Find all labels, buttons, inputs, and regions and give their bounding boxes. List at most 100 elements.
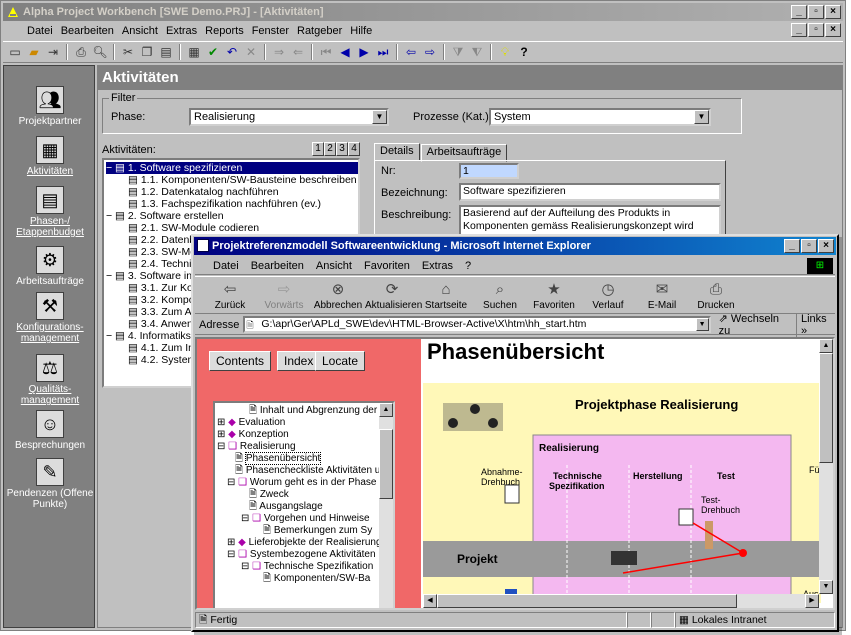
mdi-restore-button[interactable]: ▫ xyxy=(808,23,824,37)
ie-menu-extras[interactable]: Extras xyxy=(416,260,459,272)
tree-item[interactable]: ▤ 1.3. Fachspezifikation nachführen (ev.… xyxy=(128,198,321,210)
tree-scrollbar[interactable]: ▲ ▼ xyxy=(379,403,393,608)
tree-item[interactable]: 🗎︎ Komponenten/SW-Ba xyxy=(263,573,370,585)
chevron-down-icon[interactable]: ▼ xyxy=(694,110,709,124)
forward-icon[interactable]: ⇨ xyxy=(422,44,438,60)
index-button[interactable]: Index xyxy=(277,351,321,371)
sidebar-item-konfiguration[interactable]: ⚒ Konfigurations- management xyxy=(4,292,96,344)
chevron-down-icon[interactable]: ▼ xyxy=(695,318,709,331)
ie-close-button[interactable]: × xyxy=(818,239,834,253)
minimize-button[interactable]: _ xyxy=(791,5,807,19)
tree-item[interactable]: ⊞ ◆ Konzeption xyxy=(217,429,289,441)
scroll-up-icon[interactable]: ▲ xyxy=(819,339,833,353)
menu-fenster[interactable]: Fenster xyxy=(248,25,293,37)
help-icon[interactable]: ? xyxy=(516,44,532,60)
filter-off-icon[interactable]: ⧨ xyxy=(469,44,485,60)
tree-item[interactable]: ⊟ ❑ Vorgehen und Hinweise xyxy=(241,513,370,525)
tree-item[interactable]: ⊟ ❑ Worum geht es in der Phase R xyxy=(227,477,386,489)
first-icon[interactable]: ⏮ xyxy=(318,44,334,60)
mail-button[interactable]: ✉ E-Mail xyxy=(635,280,689,313)
tree-item[interactable]: ▤ 1.1. Komponenten/SW-Bausteine beschrei… xyxy=(128,174,357,186)
menu-ratgeber[interactable]: Ratgeber xyxy=(293,25,346,37)
indent-icon[interactable]: ⇒ xyxy=(271,44,287,60)
sidebar-item-qualitaet[interactable]: ⚖ Qualitäts- management xyxy=(4,354,96,406)
import-icon[interactable]: ⇥ xyxy=(45,44,61,60)
open-icon[interactable]: ▰ xyxy=(26,44,42,60)
level-4-button[interactable]: 4 xyxy=(348,142,360,156)
menu-hilfe[interactable]: Hilfe xyxy=(346,25,376,37)
undo-icon[interactable]: ↶ xyxy=(224,44,240,60)
tree-item[interactable]: ⊟ ❑ Realisierung xyxy=(217,441,296,453)
tree-item[interactable]: 🗎︎ Phasenübersicht xyxy=(235,452,322,465)
forward-button[interactable]: ⇨ Vorwärts xyxy=(257,280,311,313)
menu-bearbeiten[interactable]: Bearbeiten xyxy=(57,25,118,37)
nr-field[interactable]: 1 xyxy=(459,163,519,179)
tree-item[interactable]: 🗎︎ Zweck xyxy=(249,489,289,501)
home-button[interactable]: ⌂ Startseite xyxy=(419,280,473,313)
tree-item[interactable]: ⊞ ◆ Lieferobjekte der Realisierung xyxy=(227,537,382,549)
new-icon[interactable]: ▭ xyxy=(7,44,23,60)
phase-select[interactable]: Realisierung ▼ xyxy=(189,108,389,126)
menu-reports[interactable]: Reports xyxy=(201,25,248,37)
go-button[interactable]: ⇗ Wechseln zu xyxy=(715,312,796,337)
print-icon[interactable]: ⎙ xyxy=(73,44,89,60)
menu-datei[interactable]: Datei xyxy=(23,25,57,37)
tree-item[interactable]: − ▤ 2. Software erstellen xyxy=(106,210,224,222)
back-button[interactable]: ⇦ Zurück xyxy=(203,280,257,313)
tab-details[interactable]: Details xyxy=(374,143,420,161)
mdi-close-button[interactable]: × xyxy=(825,23,841,37)
properties-icon[interactable]: ▦ xyxy=(186,44,202,60)
tree-item[interactable]: ⊟ ❑ Systembezogene Aktivitäten R xyxy=(227,549,386,561)
process-select[interactable]: System ▼ xyxy=(489,108,711,126)
favorites-button[interactable]: ★ Favoriten xyxy=(527,280,581,313)
contents-button[interactable]: Contents xyxy=(209,351,272,371)
ie-menu-help[interactable]: ? xyxy=(459,260,477,272)
close-button[interactable]: × xyxy=(825,5,841,19)
tree-item[interactable]: 🗎︎ Inhalt und Abgrenzung der Pro xyxy=(249,405,393,417)
prev-icon[interactable]: ◀ xyxy=(337,44,353,60)
outdent-icon[interactable]: ⇐ xyxy=(290,44,306,60)
filter-icon[interactable]: ⧩ xyxy=(450,44,466,60)
level-3-button[interactable]: 3 xyxy=(336,142,348,156)
tip-icon[interactable]: 💡︎ xyxy=(497,44,513,60)
sidebar-item-arbeitsauftraege[interactable]: ⚙ Arbeitsaufträge xyxy=(4,246,96,287)
sidebar-item-budget[interactable]: ▤ Phasen-/ Etappenbudget xyxy=(4,186,96,238)
locate-button[interactable]: Locate xyxy=(315,351,366,371)
mdi-minimize-button[interactable]: _ xyxy=(791,23,807,37)
delete-icon[interactable]: ✕ xyxy=(243,44,259,60)
print-button[interactable]: ⎙ Drucken xyxy=(689,280,743,313)
menu-extras[interactable]: Extras xyxy=(162,25,201,37)
bezeichnung-field[interactable]: Software spezifizieren xyxy=(459,183,721,201)
ie-menu-favoriten[interactable]: Favoriten xyxy=(358,260,416,272)
ie-maximize-button[interactable]: ▫ xyxy=(801,239,817,253)
tree-item[interactable]: 🗎︎ Ausgangslage xyxy=(249,501,323,513)
level-2-button[interactable]: 2 xyxy=(324,142,336,156)
check-icon[interactable]: ✔ xyxy=(205,44,221,60)
sidebar-item-besprechungen[interactable]: ☺ Besprechungen xyxy=(4,410,96,451)
last-icon[interactable]: ⏭ xyxy=(375,44,391,60)
hscroll-thumb[interactable] xyxy=(437,594,737,608)
history-button[interactable]: ◷ Verlauf xyxy=(581,280,635,313)
sidebar-item-pendenzen[interactable]: ✎ Pendenzen (Offene Punkte) xyxy=(4,458,96,510)
tree-item[interactable]: ▤ 1.2. Datenkatalog nachführen xyxy=(128,186,279,198)
menu-ansicht[interactable]: Ansicht xyxy=(118,25,162,37)
copy-icon[interactable]: ❐ xyxy=(139,44,155,60)
tree-item[interactable]: 🗎︎ Bemerkungen zum Sy xyxy=(263,525,372,537)
tree-item[interactable]: − ▤ 1. Software spezifizieren xyxy=(106,162,358,174)
paste-icon[interactable]: ▤ xyxy=(158,44,174,60)
next-icon[interactable]: ▶ xyxy=(356,44,372,60)
stop-button[interactable]: ⊗ Abbrechen xyxy=(311,280,365,313)
ie-menu-ansicht[interactable]: Ansicht xyxy=(310,260,358,272)
help-contents-tree[interactable]: 🗎︎ Inhalt und Abgrenzung der Pro ⊞ ◆ Eva… xyxy=(213,401,395,608)
address-input[interactable]: 🗎︎ G:\apr\Ger\APLd_SWE\dev\HTML-Browser-… xyxy=(243,316,711,333)
chevron-down-icon[interactable]: ▼ xyxy=(372,110,387,124)
sidebar-item-aktivitaeten[interactable]: ▦ Aktivitäten xyxy=(4,136,96,177)
scroll-thumb[interactable] xyxy=(819,353,833,463)
tree-item[interactable]: ⊞ ◆ Evaluation xyxy=(217,417,285,429)
preview-icon[interactable]: 🔍︎ xyxy=(92,44,108,60)
scroll-left-icon[interactable]: ◀ xyxy=(423,594,437,608)
scroll-up-icon[interactable]: ▲ xyxy=(379,403,393,417)
sidebar-item-projektpartner[interactable]: 👥︎ Projektpartner xyxy=(4,86,96,127)
ie-menu-bearbeiten[interactable]: Bearbeiten xyxy=(245,260,310,272)
scroll-right-icon[interactable]: ▶ xyxy=(805,594,819,608)
